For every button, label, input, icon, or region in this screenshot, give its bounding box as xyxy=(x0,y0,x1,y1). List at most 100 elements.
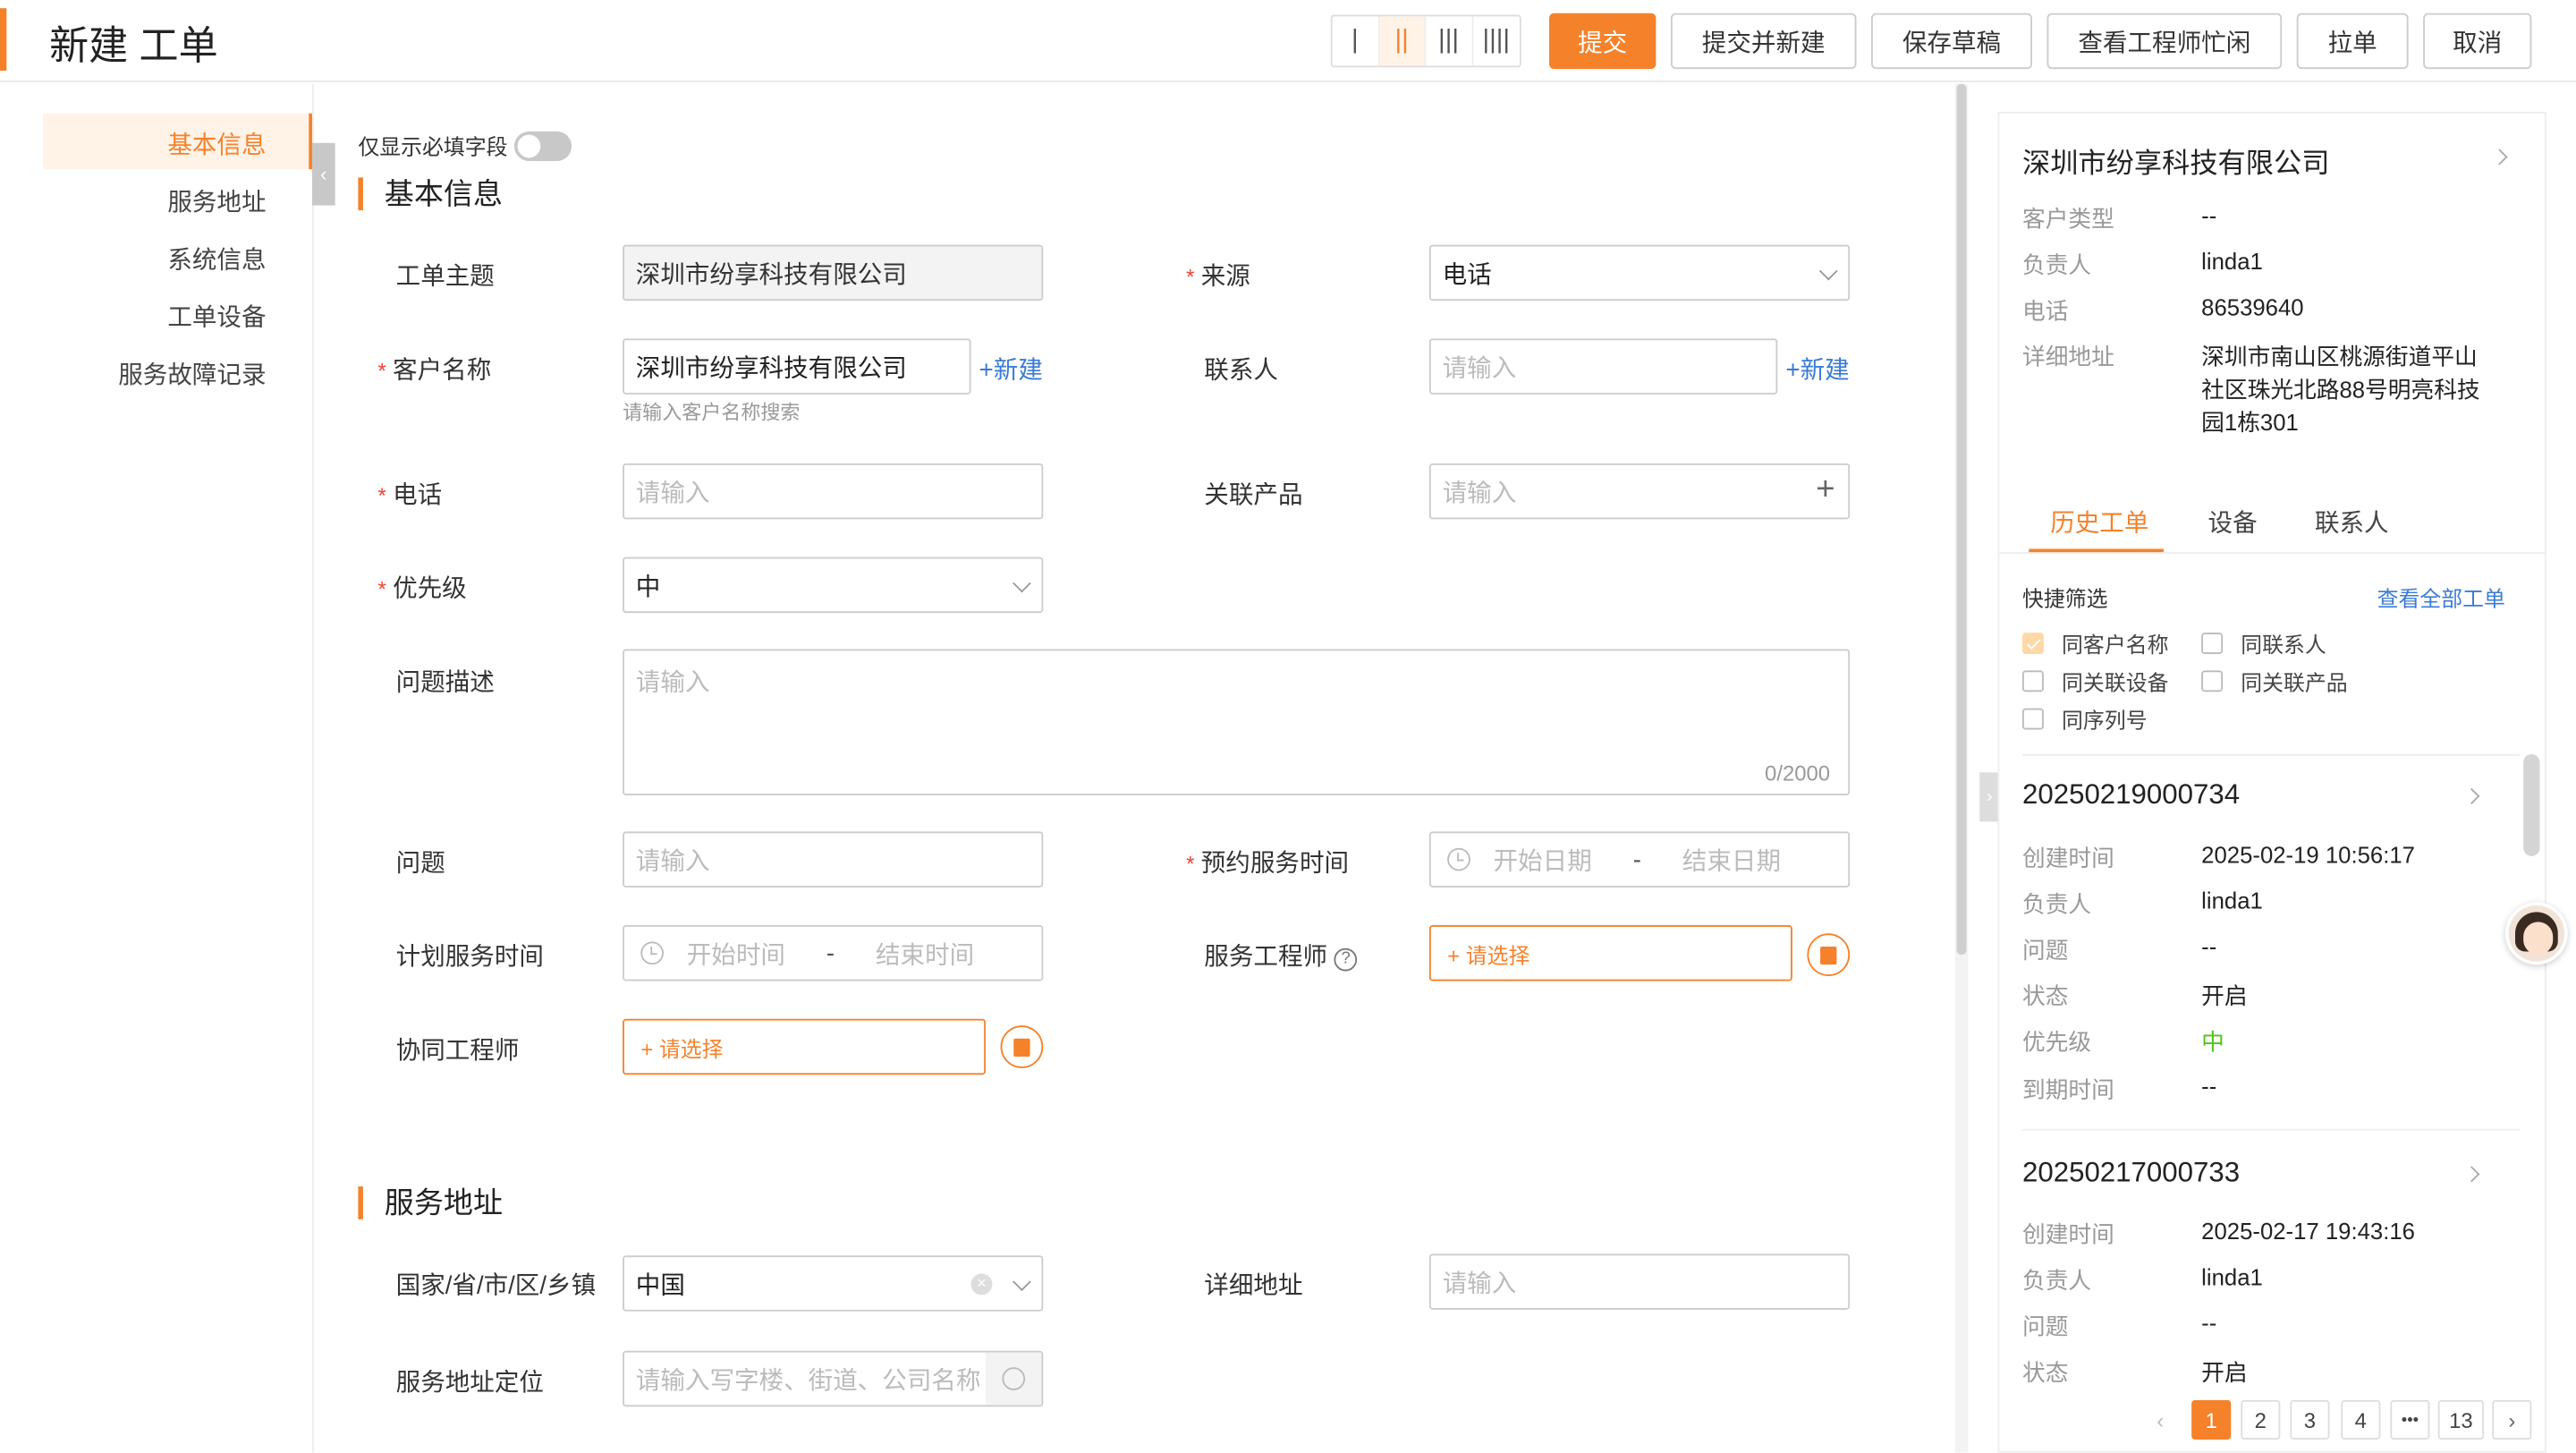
submit-and-new-button[interactable]: 提交并新建 xyxy=(1670,13,1857,70)
chevron-right-icon[interactable] xyxy=(2463,1166,2480,1183)
appointment-range-picker[interactable]: 开始日期 - 结束日期 xyxy=(1428,831,1851,888)
next-page-button[interactable]: › xyxy=(2492,1399,2532,1440)
nav-item-devices[interactable]: 工单设备 xyxy=(167,299,266,334)
clear-icon[interactable]: × xyxy=(970,1273,993,1296)
panel-scrollbar-thumb[interactable] xyxy=(2523,754,2540,856)
submit-button[interactable]: 提交 xyxy=(1549,13,1657,70)
page-13-button[interactable]: 13 xyxy=(2437,1399,2485,1440)
panel-tabs: 历史工单 设备 联系人 xyxy=(1999,495,2546,554)
chevron-right-icon[interactable] xyxy=(2463,787,2480,804)
priority-select[interactable]: 中 xyxy=(623,557,1044,614)
description-textarea[interactable]: 请输入 0/2000 xyxy=(623,649,1851,795)
assistant-avatar[interactable] xyxy=(2504,902,2568,965)
section-title-basic: 基本信息 xyxy=(358,177,503,211)
product-input[interactable]: 请输入 + xyxy=(1428,463,1851,520)
layout-3-column-button[interactable]: ||| xyxy=(1426,16,1473,66)
plan-time-range-picker[interactable]: 开始时间 - 结束时间 xyxy=(623,925,1044,981)
address-input[interactable]: 请输入 xyxy=(1428,1253,1851,1310)
page-ellipsis[interactable]: ••• xyxy=(2390,1399,2430,1440)
subject-field: 深圳市纷享科技有限公司 xyxy=(623,244,1044,302)
required-only-toggle[interactable] xyxy=(513,131,572,161)
locate-icon[interactable] xyxy=(986,1352,1042,1406)
page-4-button[interactable]: 4 xyxy=(2341,1399,2381,1440)
nav-item-service-address[interactable]: 服务地址 xyxy=(167,184,266,219)
layout-4-column-button[interactable]: |||| xyxy=(1473,16,1520,65)
cancel-button[interactable]: 取消 xyxy=(2423,13,2532,70)
nav-item-basic-info[interactable]: 基本信息 xyxy=(167,126,266,161)
order-card-id[interactable]: 20250217000733 xyxy=(2022,1157,2240,1190)
order-field-label: 负责人 xyxy=(2021,1267,2092,1294)
pull-order-button[interactable]: 拉单 xyxy=(2296,13,2409,70)
address-label: 详细地址 xyxy=(1204,1271,1303,1300)
description-label: 问题描述 xyxy=(395,668,495,697)
location-label: 服务地址定位 xyxy=(395,1368,544,1398)
checkbox[interactable] xyxy=(2021,633,2044,655)
contact-new-link[interactable]: +新建 xyxy=(1785,352,1849,387)
chevron-right-icon[interactable] xyxy=(2491,149,2508,166)
co-engineer-select-button[interactable]: + 请选择 xyxy=(623,1018,987,1075)
plus-icon[interactable]: + xyxy=(1816,472,1835,509)
scrollbar-thumb[interactable] xyxy=(1956,83,1967,956)
source-select[interactable]: 电话 xyxy=(1428,244,1851,302)
page-3-button[interactable]: 3 xyxy=(2290,1399,2330,1440)
layout-column-switch: | || ||| |||| xyxy=(1330,14,1521,68)
filter-same-serial[interactable]: 同序列号 xyxy=(2021,703,2148,735)
source-label: * 来源 xyxy=(1186,262,1250,292)
filter-same-product[interactable]: 同关联产品 xyxy=(2201,666,2348,697)
customer-input[interactable]: 深圳市纷享科技有限公司 xyxy=(623,338,971,395)
help-icon[interactable]: ? xyxy=(1334,947,1358,972)
chevron-left-icon: ‹ xyxy=(2157,1407,2165,1432)
priority-value: 中 xyxy=(2201,1028,2224,1056)
collapse-panel-button[interactable]: › xyxy=(1979,772,2000,822)
prev-page-button[interactable]: ‹ xyxy=(2140,1399,2181,1440)
problem-input[interactable]: 请输入 xyxy=(623,831,1044,888)
order-field-value: -- xyxy=(2201,1073,2217,1100)
contact-input[interactable]: 请输入 xyxy=(1428,338,1778,395)
contact-label: 联系人 xyxy=(1204,356,1278,385)
customer-new-link[interactable]: +新建 xyxy=(979,352,1043,387)
page-1-button[interactable]: 1 xyxy=(2191,1399,2232,1440)
page-2-button[interactable]: 2 xyxy=(2241,1399,2281,1440)
layout-1-column-button[interactable]: | xyxy=(1333,16,1379,66)
filter-same-device[interactable]: 同关联设备 xyxy=(2021,666,2168,697)
order-card-id[interactable]: 20250219000734 xyxy=(2022,779,2240,812)
tab-contacts[interactable]: 联系人 xyxy=(2315,505,2389,540)
save-draft-button[interactable]: 保存草稿 xyxy=(1871,13,2032,70)
checkbox[interactable] xyxy=(2021,708,2044,730)
order-field-label: 问题 xyxy=(2021,936,2069,964)
chevron-down-icon xyxy=(1818,261,1838,281)
info-address: 深圳市南山区桃源街道平山 社区珠光北路88号明亮科技 园1栋301 xyxy=(2201,343,2480,436)
phone-input[interactable]: 请输入 xyxy=(623,463,1044,520)
order-field-value: linda1 xyxy=(2201,887,2263,914)
filter-same-customer[interactable]: 同客户名称 xyxy=(2021,628,2168,659)
order-field-value: 开启 xyxy=(2201,982,2248,1009)
order-field-value: 开启 xyxy=(2201,1358,2248,1386)
region-select[interactable]: 中国 × xyxy=(623,1255,1044,1312)
info-label: 电话 xyxy=(2021,297,2069,324)
checkbox[interactable] xyxy=(2201,633,2224,655)
clock-icon xyxy=(640,941,665,965)
engineer-select-button[interactable]: + 请选择 xyxy=(1428,925,1792,981)
view-all-orders-link[interactable]: 查看全部工单 xyxy=(2377,582,2505,613)
checkbox[interactable] xyxy=(2021,670,2044,693)
form-scrollbar[interactable] xyxy=(1954,83,1969,1453)
section-nav: 基本信息 服务地址 系统信息 工单设备 服务故障记录 xyxy=(0,83,314,1453)
tab-history-orders[interactable]: 历史工单 xyxy=(2050,505,2148,540)
info-value: -- xyxy=(2201,201,2217,229)
engineer-calendar-button[interactable] xyxy=(1807,933,1851,976)
co-engineer-calendar-button[interactable] xyxy=(1000,1025,1044,1068)
customer-company-name[interactable]: 深圳市纷享科技有限公司 xyxy=(2022,140,2329,181)
filter-same-contact[interactable]: 同联系人 xyxy=(2201,628,2326,659)
nav-item-fault-records[interactable]: 服务故障记录 xyxy=(118,357,266,392)
tab-devices[interactable]: 设备 xyxy=(2208,505,2258,540)
order-field-value: -- xyxy=(2201,933,2217,960)
order-field-value: 2025-02-19 10:56:17 xyxy=(2201,841,2415,868)
location-input[interactable]: 请输入写字楼、街道、公司名称 xyxy=(623,1350,1044,1407)
checkbox[interactable] xyxy=(2201,670,2224,693)
quick-filter-label: 快捷筛选 xyxy=(2021,586,2108,612)
customer-label: * 客户名称 xyxy=(377,356,492,385)
nav-item-system-info[interactable]: 系统信息 xyxy=(167,242,266,276)
engineer-busy-button[interactable]: 查看工程师忙闲 xyxy=(2046,13,2283,70)
required-only-label: 仅显示必填字段 xyxy=(358,134,508,160)
layout-2-column-button[interactable]: || xyxy=(1378,16,1427,66)
